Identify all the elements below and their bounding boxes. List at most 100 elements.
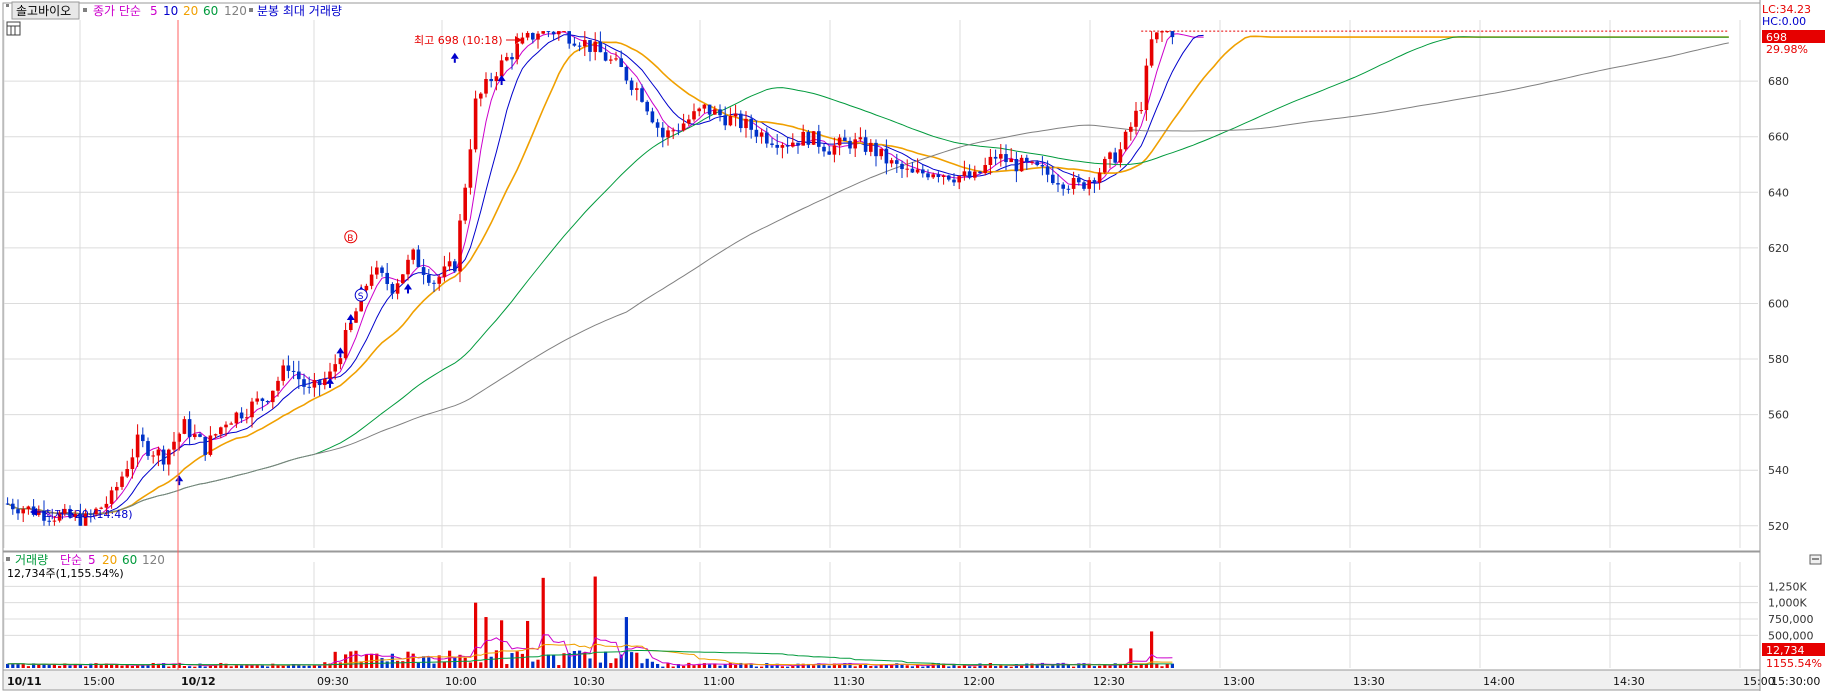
volume-bar (318, 665, 322, 668)
volume-bar (999, 665, 1003, 668)
volume-tick-label: 750,000 (1768, 613, 1814, 626)
candle-body (931, 174, 935, 178)
current-volume-pct: 1155.54% (1766, 657, 1822, 670)
volume-bar (1004, 665, 1008, 668)
volume-bar (531, 661, 535, 668)
time-tick-label: 11:00 (703, 675, 735, 688)
volume-bar (630, 652, 634, 668)
candle-body (895, 160, 899, 164)
volume-bar (463, 657, 467, 668)
candle-body (785, 145, 790, 147)
candle-body (453, 261, 457, 272)
candle-body (1160, 31, 1164, 33)
candle-body (1155, 32, 1159, 40)
candle-body (125, 469, 129, 477)
candle-body (499, 60, 504, 77)
collapse-panel-icon[interactable] (1809, 554, 1822, 565)
volume-bar (349, 651, 353, 668)
candle-body (832, 145, 837, 155)
candle-body (520, 37, 525, 44)
volume-bar (489, 656, 493, 668)
candle-body (957, 176, 961, 183)
candle-body (120, 476, 124, 487)
volume-bar (453, 657, 457, 668)
candle-body (276, 380, 280, 391)
candle-body (1123, 131, 1128, 150)
candle-body (505, 57, 509, 61)
table-view-icon[interactable] (6, 21, 21, 36)
volume-bar (416, 662, 420, 668)
candle-body (489, 78, 493, 82)
time-tick-label: 10/12 (181, 675, 216, 688)
candle-body (437, 277, 441, 284)
candle-body (1014, 158, 1019, 172)
volume-bar (52, 664, 56, 668)
candle-body (811, 131, 816, 145)
candle-body (484, 78, 488, 94)
chart-canvas[interactable]: BS 520540560580600620640660680 1,250K1,0… (0, 0, 1829, 691)
low-annotation: 최저 520 (14:48) (30, 508, 133, 521)
price-tick-label: 640 (1768, 186, 1789, 199)
candle-body (681, 123, 686, 131)
volume-bar (479, 662, 483, 668)
volume-bar (583, 652, 587, 668)
candle-body (427, 274, 431, 283)
ma5-label[interactable]: 5 (150, 4, 158, 18)
volume-bar (432, 663, 436, 668)
candle-body (286, 365, 291, 371)
candle-body (661, 127, 665, 138)
time-tick-label: 11:30 (833, 675, 865, 688)
volume-bar (604, 651, 608, 668)
volume-bar (598, 662, 602, 668)
volume-bar (37, 664, 41, 668)
volume-bar (770, 665, 774, 668)
ma10-label[interactable]: 10 (163, 4, 178, 18)
time-tick-label: 15:00 (83, 675, 115, 688)
candle-body (978, 171, 982, 174)
vol-ma20-label[interactable]: 20 (102, 553, 117, 567)
high-annotation-text: 최고 698 (10:18) (414, 34, 503, 47)
candle-body (255, 398, 259, 402)
candle-body (879, 148, 883, 157)
volume-bar (635, 652, 639, 668)
candle-body (702, 104, 707, 109)
ma20-label[interactable]: 20 (183, 4, 198, 18)
candle-body (250, 401, 254, 418)
candle-body (213, 434, 218, 436)
candle-body (265, 400, 270, 403)
volume-bar (593, 576, 597, 668)
buy-arrow-stem (329, 383, 331, 388)
volume-bar (760, 666, 764, 668)
candle-body (583, 40, 587, 47)
price-tick-label: 660 (1768, 131, 1789, 144)
candle-body (889, 160, 894, 164)
candle-body (572, 43, 577, 46)
ma60-label[interactable]: 60 (203, 4, 218, 18)
candle-body (619, 58, 623, 67)
candle-body (172, 441, 176, 450)
candle-body (765, 132, 769, 144)
ma120-label[interactable]: 120 (224, 4, 247, 18)
candle-body (11, 503, 15, 510)
volume-bar (910, 666, 914, 668)
volume-bar (302, 665, 306, 668)
candle-body (837, 137, 842, 146)
candle-body (380, 267, 384, 273)
candle-body (333, 364, 337, 372)
volume-bar (474, 602, 478, 668)
volume-bar (1129, 648, 1133, 668)
buy-arrow-stem (453, 58, 456, 63)
volume-bar (1009, 666, 1013, 668)
vol-ma60-label[interactable]: 60 (122, 553, 137, 567)
candle-body (1139, 110, 1143, 112)
volume-bar (656, 663, 660, 668)
candle-body (401, 274, 405, 284)
candle-body (567, 31, 571, 44)
volume-bar (396, 660, 400, 668)
sell-marker-label: S (358, 292, 364, 302)
vol-ma5-label[interactable]: 5 (88, 553, 96, 567)
vol-ma120-label[interactable]: 120 (142, 553, 165, 567)
candle-body (203, 436, 207, 455)
candle-body (432, 282, 436, 284)
candle-body (390, 283, 395, 294)
